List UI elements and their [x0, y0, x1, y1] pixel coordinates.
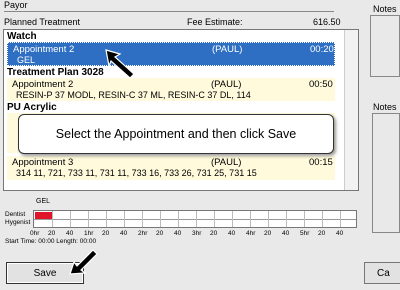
timeline-tick-label: 1hr	[84, 230, 94, 237]
instruction-callout: Select the Appointment and then click Sa…	[18, 114, 334, 154]
appointment-provider: (PAUL)	[212, 44, 243, 55]
timeline-tick	[250, 211, 251, 227]
timeline-tick-label: 0hr	[30, 230, 40, 237]
timeline-tick	[322, 211, 323, 227]
planned-treatment-list[interactable]: Watch Appointment 2 (PAUL) 00:20 GEL Tre…	[3, 29, 359, 191]
cancel-button[interactable]: Ca	[364, 262, 400, 284]
timeline-tick	[340, 211, 341, 227]
planned-treatment-label: Planned Treatment	[4, 17, 81, 27]
timeline-tick	[286, 211, 287, 227]
timeline-block-label: GEL	[36, 198, 51, 205]
appointment-row-selected[interactable]: Appointment 2 (PAUL) 00:20 GEL	[7, 42, 335, 66]
appointment-row[interactable]: Appointment 3 (PAUL) 00:15 314 11, 721, …	[7, 156, 335, 180]
timeline-tick	[214, 211, 215, 227]
pointer-arrow-icon	[105, 49, 135, 79]
timeline-tick	[160, 211, 161, 227]
timeline-tick-label: 2hr	[138, 230, 148, 237]
timeline-tick-label: 40	[66, 230, 74, 237]
cancel-button-label: Ca	[377, 267, 390, 279]
timeline-tick	[106, 211, 107, 227]
fee-estimate-value: 616.50	[313, 17, 341, 27]
notes-label-2: Notes	[373, 102, 397, 112]
timeline-tick	[304, 211, 305, 227]
timeline-tick	[268, 211, 269, 227]
group-header-pu-acrylic: PU Acrylic	[7, 102, 57, 113]
appointment-name: Appointment 2	[13, 44, 75, 55]
list-scrollbar[interactable]	[344, 30, 358, 190]
timeline-tick	[124, 211, 125, 227]
timeline-tick-label: 40	[174, 230, 182, 237]
timeline-row-divider	[34, 219, 356, 220]
timeline-appointment-block	[35, 212, 53, 219]
payor-field[interactable]	[4, 11, 334, 15]
notes-textarea-2[interactable]	[372, 113, 400, 233]
timeline-tick	[70, 211, 71, 227]
appointment-name: Appointment 2	[12, 79, 74, 90]
instruction-text: Select the Appointment and then click Sa…	[55, 127, 297, 141]
appointment-name: Appointment 3	[12, 157, 74, 168]
timeline-tick-label: 20	[48, 230, 56, 237]
timeline-tick-label: 3hr	[192, 230, 202, 237]
group-header-treatment-plan: Treatment Plan 3028	[7, 67, 104, 78]
timeline-tick	[178, 211, 179, 227]
appointment-detail: 314 11, 721, 733 11, 731 11, 733 16, 733…	[16, 168, 257, 178]
timeline-dentist-label: Dentist	[5, 211, 26, 218]
timeline-tick-label: 20	[210, 230, 218, 237]
appointment-detail: GEL	[17, 55, 36, 65]
timeline-grid[interactable]	[33, 210, 357, 228]
timeline-tick-label: 20	[102, 230, 110, 237]
appointment-detail: RESIN-P 37 MODL, RESIN-C 37 ML, RESIN-C …	[16, 90, 251, 100]
timeline-tick	[232, 211, 233, 227]
timeline-tick-label: 5hr	[300, 230, 310, 237]
timeline-tick	[88, 211, 89, 227]
notes-textarea[interactable]	[370, 15, 400, 77]
pointer-arrow-icon	[69, 249, 98, 275]
fee-estimate-label: Fee Estimate:	[187, 17, 243, 27]
timeline-tick-label: 40	[120, 230, 128, 237]
timeline-tick-label: 20	[264, 230, 272, 237]
timeline-tick-label: 4hr	[246, 230, 256, 237]
group-header-watch: Watch	[7, 31, 37, 42]
timeline-tick	[142, 211, 143, 227]
appointment-duration: 00:20	[310, 44, 334, 55]
timeline-tick-label: 20	[156, 230, 164, 237]
timeline-hygenist-label: Hygenist	[5, 219, 31, 226]
timeline-tick-label: 40	[336, 230, 344, 237]
appointment-provider: (PAUL)	[211, 79, 242, 90]
timeline-tick-label: 40	[228, 230, 236, 237]
start-time-length: Start Time: 00:00 Length: 00:00	[5, 238, 97, 245]
notes-label: Notes	[373, 4, 397, 14]
save-button-label: Save	[33, 267, 57, 279]
appointment-duration: 00:50	[309, 79, 333, 90]
appointment-provider: (PAUL)	[211, 157, 242, 168]
appointment-row[interactable]: Appointment 2 (PAUL) 00:50 RESIN-P 37 MO…	[7, 78, 335, 101]
payor-label: Payor	[4, 0, 28, 10]
timeline-tick	[52, 211, 53, 227]
appointment-duration: 00:15	[309, 157, 333, 168]
timeline-tick-label: 20	[318, 230, 326, 237]
timeline-tick-label: 40	[282, 230, 290, 237]
timeline-tick	[196, 211, 197, 227]
